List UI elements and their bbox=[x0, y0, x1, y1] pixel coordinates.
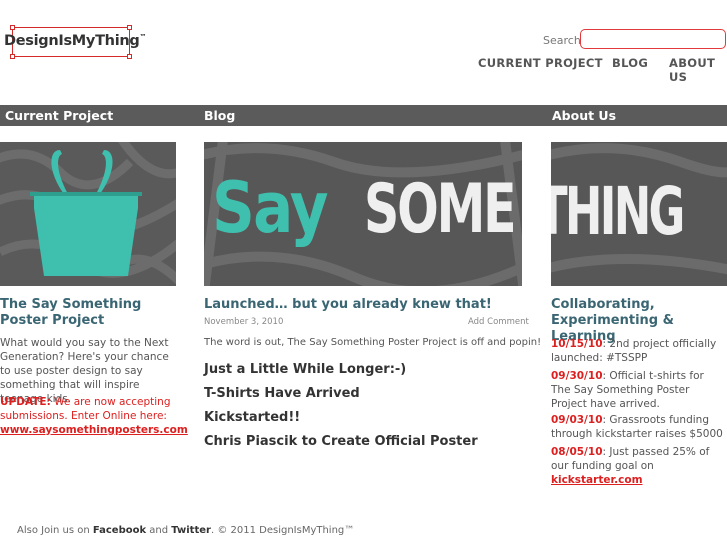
facebook-link[interactable]: Facebook bbox=[93, 525, 146, 536]
nav-about-us[interactable]: ABOUT US bbox=[669, 56, 727, 84]
section-heading-about-us: About Us bbox=[552, 108, 617, 123]
current-project-image[interactable] bbox=[0, 142, 176, 286]
blog-link-2[interactable]: T-Shirts Have Arrived bbox=[204, 386, 360, 401]
blog-featured-image[interactable]: Say SOME bbox=[204, 142, 522, 286]
nav-current-project[interactable]: CURRENT PROJECT bbox=[478, 56, 603, 70]
blog-link-4[interactable]: Chris Piascik to Create Official Poster bbox=[204, 434, 478, 449]
blog-link-3[interactable]: Kickstarted!! bbox=[204, 410, 300, 425]
footer-and: and bbox=[146, 525, 172, 536]
site-logo[interactable]: DesignIsMyThing™ bbox=[4, 23, 146, 61]
blog-post-excerpt: The word is out, The Say Something Poste… bbox=[204, 337, 542, 348]
search-input[interactable] bbox=[580, 29, 726, 49]
section-heading-blog: Blog bbox=[204, 108, 236, 123]
blog-image-word-some: SOME bbox=[364, 170, 517, 249]
about-news-item: 08/05/10: Just passed 25% of our funding… bbox=[551, 445, 723, 487]
logo-corner-handle bbox=[127, 25, 132, 30]
search-label: Search bbox=[543, 34, 581, 47]
about-news-item: 09/03/10: Grassroots funding through kic… bbox=[551, 413, 727, 441]
update-label: UPDATE: bbox=[0, 396, 51, 408]
logo-wordmark: DesignIsMyThing™ bbox=[4, 33, 147, 49]
about-us-image[interactable]: THING bbox=[551, 142, 727, 286]
kickstarter-link[interactable]: kickstarter.com bbox=[551, 474, 643, 486]
binder-clip-illustration bbox=[0, 142, 176, 286]
current-project-title[interactable]: The Say Something Poster Project bbox=[0, 297, 180, 329]
footer-prefix: Also Join us on bbox=[17, 525, 93, 536]
news-date: 09/03/10 bbox=[551, 414, 603, 426]
about-news-item: 10/15/10: 2nd project officially launche… bbox=[551, 337, 723, 365]
logo-corner-handle bbox=[10, 54, 15, 59]
news-date: 08/05/10 bbox=[551, 446, 603, 458]
add-comment-link[interactable]: Add Comment bbox=[468, 317, 529, 327]
news-date: 09/30/10 bbox=[551, 370, 603, 382]
submission-link[interactable]: www.saysomethingposters.com bbox=[0, 424, 188, 436]
blog-link-1[interactable]: Just a Little While Longer:-) bbox=[204, 362, 406, 377]
news-date: 10/15/10 bbox=[551, 338, 603, 350]
logo-corner-handle bbox=[127, 54, 132, 59]
footer: Also Join us on Facebook and Twitter. © … bbox=[17, 525, 354, 536]
about-news-item: 09/30/10: Official t-shirts for The Say … bbox=[551, 369, 723, 411]
section-header-bar: Current Project Blog About Us bbox=[0, 105, 727, 126]
section-heading-current-project: Current Project bbox=[5, 108, 114, 123]
nav-blog[interactable]: BLOG bbox=[612, 56, 648, 70]
logo-corner-handle bbox=[10, 25, 15, 30]
footer-copyright: . © 2011 DesignIsMyThing™ bbox=[210, 525, 355, 536]
blog-post-title[interactable]: Launched… but you already knew that! bbox=[204, 297, 492, 313]
about-image-word-thing: THING bbox=[551, 173, 685, 250]
blog-post-date: November 3, 2010 bbox=[204, 317, 284, 327]
twitter-link[interactable]: Twitter bbox=[171, 525, 211, 536]
current-project-update: UPDATE: We are now accepting submissions… bbox=[0, 395, 188, 437]
blog-image-word-say: Say bbox=[212, 167, 329, 249]
